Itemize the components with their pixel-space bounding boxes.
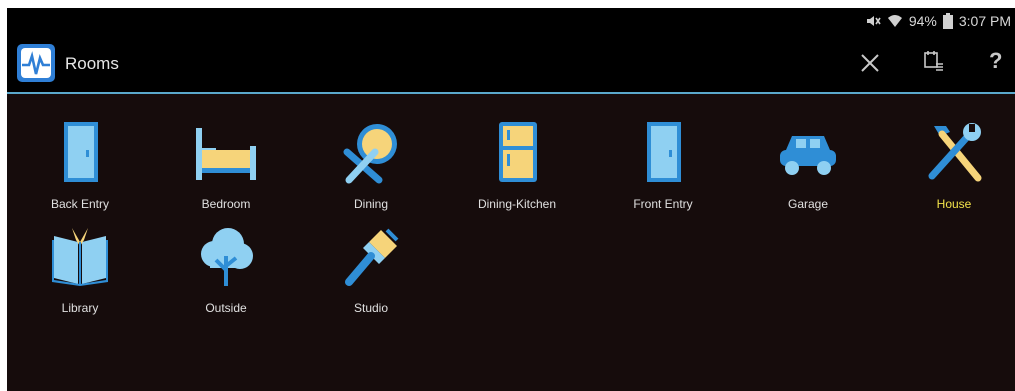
car-icon <box>780 136 836 175</box>
refrigerator-icon <box>499 122 537 182</box>
status-bar: 94% 3:07 PM <box>7 8 1015 36</box>
room-label: Front Entry <box>633 197 693 211</box>
door-icon <box>647 122 681 182</box>
app-bar: Rooms ? <box>7 36 1015 94</box>
room-label: Dining <box>353 197 389 211</box>
room-tile-library[interactable]: Library <box>10 226 150 326</box>
room-label: Bedroom <box>201 197 251 211</box>
page-title: Rooms <box>65 54 119 73</box>
plate-fork-knife-icon <box>343 124 397 184</box>
battery-percent: 94% <box>908 13 937 29</box>
room-tile-outside[interactable]: Outside <box>156 226 296 326</box>
wifi-icon <box>887 15 902 27</box>
room-label: Outside <box>205 301 247 315</box>
calendar-list-icon <box>924 51 943 71</box>
room-tile-house[interactable]: House <box>884 122 1015 222</box>
tree-icon <box>201 228 253 286</box>
room-tile-back-entry[interactable]: Back Entry <box>10 122 150 222</box>
close-button[interactable] <box>859 52 881 79</box>
app-logo-icon[interactable] <box>17 44 55 82</box>
room-label: Studio <box>353 301 389 315</box>
room-label: Dining-Kitchen <box>477 197 557 211</box>
help-button[interactable]: ? <box>989 48 1002 74</box>
status-icons: 94% 3:07 PM <box>865 13 1011 29</box>
room-label: Back Entry <box>50 197 110 211</box>
paintbrush-icon <box>345 228 399 286</box>
room-tile-garage[interactable]: Garage <box>738 122 878 222</box>
book-icon <box>52 228 108 286</box>
hammer-wrench-icon <box>928 123 982 182</box>
room-label: Library <box>61 301 99 315</box>
close-icon <box>861 54 879 72</box>
room-tile-bedroom[interactable]: Bedroom <box>156 122 296 222</box>
bed-icon <box>196 128 256 180</box>
room-label: Garage <box>787 197 829 211</box>
room-label-selected: House <box>936 197 972 211</box>
mute-icon <box>866 16 881 26</box>
rooms-grid: Back Entry Bedroom Dining Dining-Kitchen… <box>7 94 1015 391</box>
door-icon <box>64 122 98 182</box>
room-tile-dining-kitchen[interactable]: Dining-Kitchen <box>447 122 587 222</box>
room-tile-studio[interactable]: Studio <box>301 226 441 326</box>
battery-icon <box>942 13 953 29</box>
status-time: 3:07 PM <box>958 13 1011 29</box>
room-tile-dining[interactable]: Dining <box>301 122 441 222</box>
tablet-screen: 94% 3:07 PM Rooms ? Back Entry Bedroom D… <box>7 8 1015 391</box>
schedule-button[interactable] <box>922 48 946 79</box>
room-tile-front-entry[interactable]: Front Entry <box>593 122 733 222</box>
